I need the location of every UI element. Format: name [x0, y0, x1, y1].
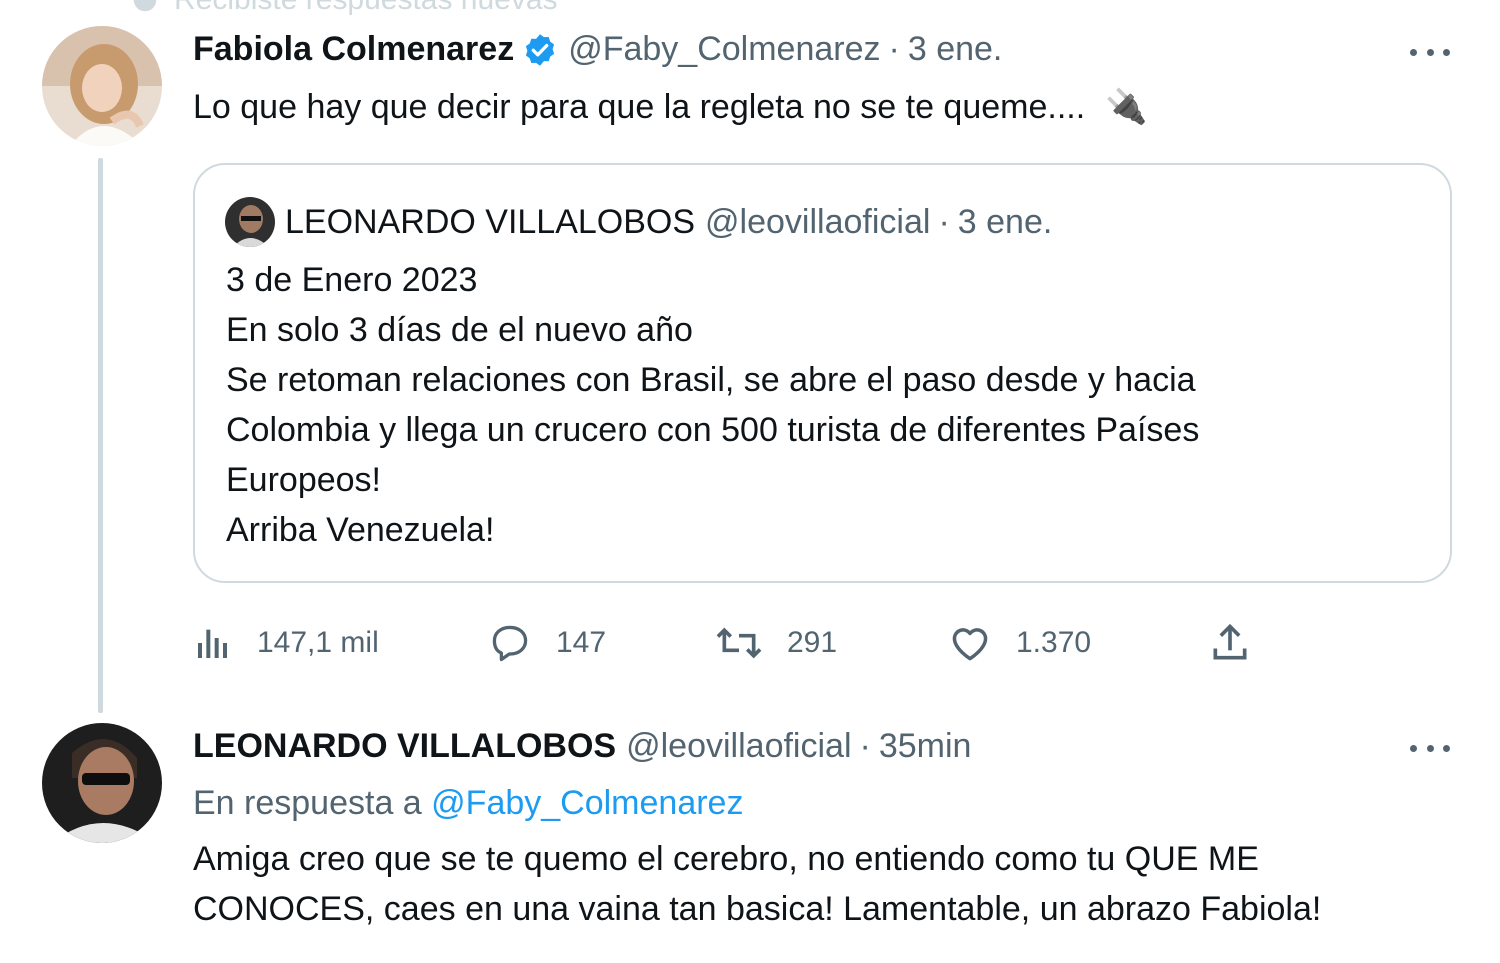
- thread-connector-line: [98, 158, 103, 713]
- quoted-line: En solo 3 días de el nuevo año: [226, 311, 693, 349]
- quoted-timestamp: 3 ene.: [957, 202, 1053, 241]
- quoted-line: Europeos!: [226, 461, 381, 499]
- retweet-button[interactable]: 291: [715, 618, 837, 668]
- reply-prefix: En respuesta a: [193, 784, 422, 822]
- like-button[interactable]: 1.370: [948, 618, 1091, 668]
- reply-mention-link[interactable]: @Faby_Colmenarez: [431, 784, 743, 822]
- avatar-fabiola[interactable]: [42, 26, 162, 146]
- analytics-icon: [198, 629, 227, 658]
- author-name[interactable]: Fabiola Colmenarez: [193, 30, 514, 69]
- more-options-icon[interactable]: [1410, 42, 1450, 62]
- reply-count: 147: [556, 626, 607, 659]
- author-handle[interactable]: @leovillaoficial: [626, 727, 851, 766]
- separator-dot: ·: [888, 30, 900, 68]
- tweet-timestamp[interactable]: 3 ene.: [908, 30, 1003, 69]
- tweet-header: Fabiola Colmenarez @Faby_Colmenarez · 3 …: [193, 30, 1002, 69]
- author-name[interactable]: LEONARDO VILLALOBOS: [193, 727, 616, 766]
- share-upload-icon: [1213, 623, 1247, 660]
- author-handle[interactable]: @Faby_Colmenarez: [568, 30, 880, 69]
- retweet-icon: [716, 627, 762, 659]
- separator-dot: ·: [859, 727, 871, 765]
- tweet-header: LEONARDO VILLALOBOS @leovillaoficial · 3…: [193, 727, 971, 766]
- plug-emoji-icon: 🔌: [1105, 88, 1148, 126]
- quoted-line: Arriba Venezuela!: [226, 511, 495, 549]
- quoted-author-name: LEONARDO VILLALOBOS: [285, 202, 696, 241]
- share-button[interactable]: [1208, 618, 1252, 668]
- reply-bubble-icon: [492, 625, 528, 662]
- tweet-line: Amiga creo que se te quemo el cerebro, n…: [193, 840, 1259, 878]
- views-count: 147,1 mil: [257, 626, 379, 659]
- retweet-count: 291: [787, 626, 838, 659]
- sparkle-icon: [133, 0, 157, 12]
- quoted-tweet-header: LEONARDO VILLALOBOS @leovillaoficial · 3…: [225, 197, 1052, 247]
- quoted-line: Se retoman relaciones con Brasil, se abr…: [226, 361, 1196, 399]
- quoted-author-handle: @leovillaoficial: [705, 202, 931, 241]
- quoted-tweet-card[interactable]: LEONARDO VILLALOBOS @leovillaoficial · 3…: [193, 163, 1452, 583]
- tweet-line: CONOCES, caes en una vaina tan basica! L…: [193, 890, 1322, 928]
- reply-button[interactable]: 147: [488, 618, 606, 668]
- tweet-text: Lo que hay que decir para que la regleta…: [193, 82, 1148, 132]
- more-options-icon[interactable]: [1410, 738, 1450, 758]
- quoted-tweet-body: 3 de Enero 2023 En solo 3 días de el nue…: [226, 255, 1199, 555]
- heart-icon: [952, 628, 988, 661]
- tweet-text: Amiga creo que se te quemo el cerebro, n…: [193, 834, 1321, 934]
- quoted-line: Colombia y llega un crucero con 500 turi…: [226, 411, 1200, 449]
- tweet-body: Lo que hay que decir para que la regleta…: [193, 88, 1086, 126]
- avatar-leonardo-small: [225, 197, 275, 247]
- new-replies-label: Recibiste respuestas nuevas: [174, 0, 558, 17]
- separator-dot: ·: [938, 202, 950, 241]
- quoted-line: 3 de Enero 2023: [226, 261, 478, 299]
- like-count: 1.370: [1016, 626, 1092, 659]
- new-replies-banner[interactable]: Recibiste respuestas nuevas: [130, 0, 558, 17]
- avatar-leonardo[interactable]: [42, 723, 162, 843]
- tweet-timestamp[interactable]: 35min: [879, 727, 972, 766]
- views-button[interactable]: 147,1 mil: [193, 618, 379, 668]
- tweet-action-bar: 147,1 mil 147 291 1.370: [193, 618, 1263, 668]
- verified-badge-icon: [522, 32, 558, 68]
- reply-context: En respuesta a @Faby_Colmenarez: [193, 778, 743, 828]
